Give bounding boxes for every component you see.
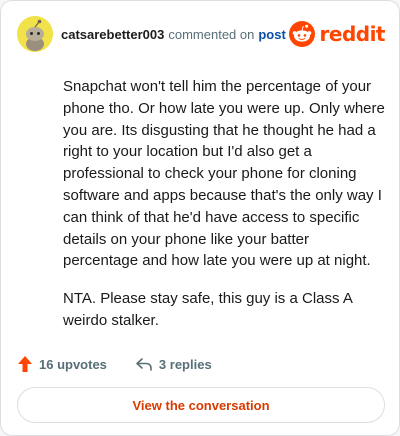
replies-count: 3 replies: [158, 356, 212, 372]
comment-paragraph: Snapchat won't tell him the percentage o…: [63, 78, 385, 270]
upvotes-stat[interactable]: 16 upvotes: [17, 355, 107, 373]
comment-header: catsarebetter003 commented on post reddit: [17, 16, 386, 52]
replies-stat[interactable]: 3 replies: [135, 356, 212, 372]
reddit-wordmark: reddit: [319, 22, 386, 46]
post-link[interactable]: post: [258, 27, 285, 42]
snoo-avatar-icon: [17, 16, 53, 52]
comment-card: catsarebetter003 commented on post reddit …: [0, 0, 400, 436]
comment-stats: 16 upvotes 3 replies: [17, 353, 212, 375]
reply-arrow-icon: [136, 358, 152, 371]
view-conversation-button[interactable]: View the conversation: [17, 387, 385, 423]
comment-paragraph: NTA. Please stay safe, this guy is a Cla…: [63, 290, 353, 329]
reddit-snoo-icon: [288, 21, 315, 47]
comment-body: Snapchat won't tell him the percentage o…: [63, 76, 385, 348]
upvotes-count: 16 upvotes: [39, 356, 107, 372]
action-text: commented on: [168, 26, 255, 42]
comment-meta: catsarebetter003 commented on post: [61, 27, 286, 42]
username-link[interactable]: catsarebetter003: [61, 27, 164, 42]
reddit-logo[interactable]: reddit: [288, 21, 386, 47]
upvote-arrow-icon: [18, 356, 32, 372]
user-avatar[interactable]: [17, 16, 53, 52]
